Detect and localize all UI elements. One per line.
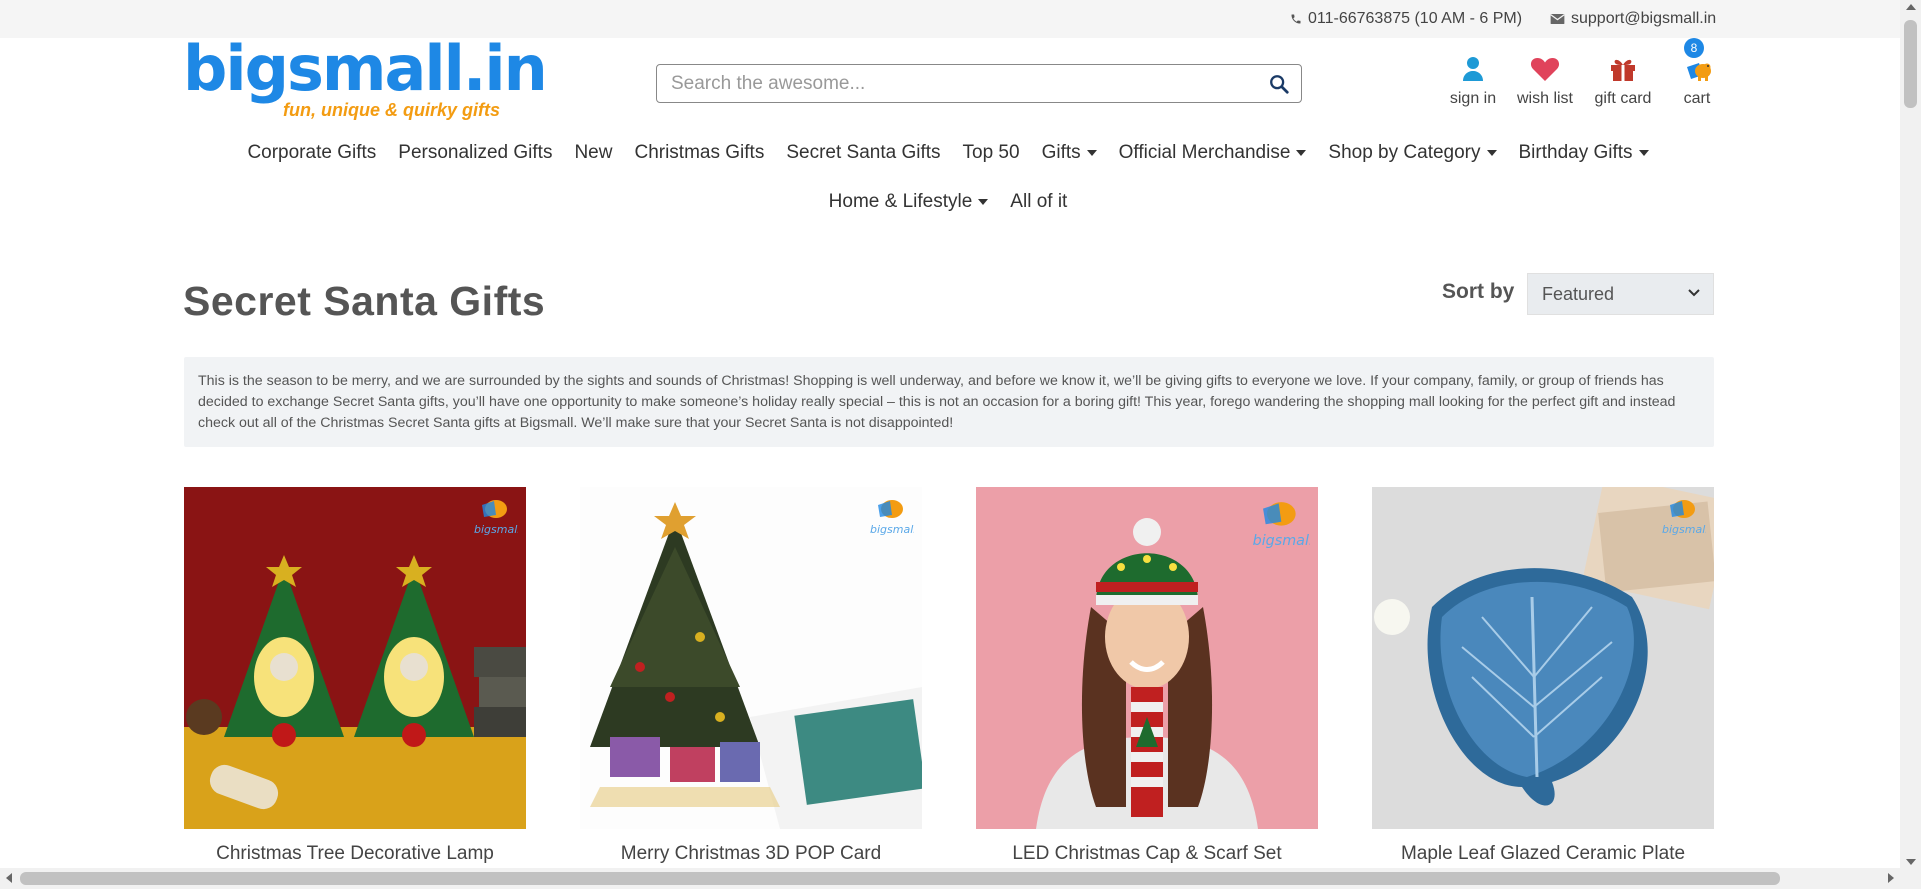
nav-christmas-gifts[interactable]: Christmas Gifts [634, 142, 764, 164]
horizontal-scrollbar[interactable] [0, 868, 1900, 889]
product-name[interactable]: LED Christmas Cap & Scarf Set [976, 843, 1318, 865]
nav-all-of-it[interactable]: All of it [1010, 191, 1067, 213]
nav-official-merchandise-dropdown[interactable]: Official Merchandise [1119, 142, 1307, 164]
site-logo[interactable]: bigsmall.in fun, unique & quirky gifts [183, 38, 548, 124]
search-input[interactable] [657, 65, 1257, 102]
product-name[interactable]: Merry Christmas 3D POP Card [580, 843, 922, 865]
vertical-scrollbar[interactable] [1900, 0, 1921, 889]
cart-count-badge: 8 [1684, 38, 1704, 58]
caret-down-icon [978, 199, 989, 205]
product-image[interactable]: bigsmall [1372, 487, 1714, 829]
gift-icon [1611, 59, 1635, 81]
page-title: Secret Santa Gifts [183, 278, 546, 324]
caret-down-icon [1086, 150, 1097, 156]
wishlist-link[interactable]: wish list [1515, 54, 1575, 108]
product-name[interactable]: Christmas Tree Decorative Lamp [184, 843, 526, 865]
sign-in-link[interactable]: sign in [1449, 54, 1497, 108]
phone-contact[interactable]: 011-66763875 (10 AM - 6 PM) [1290, 10, 1522, 28]
product-image[interactable]: bigsmall [184, 487, 526, 829]
scroll-left-arrow-icon[interactable] [6, 873, 12, 883]
search-icon [1270, 74, 1289, 94]
search-bar [656, 64, 1302, 103]
user-icon [1463, 57, 1483, 81]
product-card[interactable]: bigsmall Christmas Tree Decorative Lamp [184, 487, 526, 865]
nav-corporate-gifts[interactable]: Corporate Gifts [247, 142, 376, 164]
svg-text:bigsmall: bigsmall [474, 523, 518, 536]
nav-new[interactable]: New [574, 142, 612, 164]
bigsmall-watermark-icon: bigsmall [474, 500, 518, 536]
sort-selected-value: Featured [1542, 283, 1615, 304]
wishlist-label: wish list [1516, 90, 1573, 107]
scroll-right-arrow-icon[interactable] [1888, 873, 1894, 883]
nav-shop-by-category-dropdown[interactable]: Shop by Category [1328, 142, 1497, 164]
main-nav-row-1: Corporate Gifts Personalized Gifts New C… [183, 142, 1713, 164]
nav-personalized-gifts[interactable]: Personalized Gifts [398, 142, 552, 164]
nav-home-lifestyle-dropdown[interactable]: Home & Lifestyle [829, 191, 989, 213]
sign-in-label: sign in [1449, 90, 1497, 107]
caret-down-icon [1296, 150, 1307, 156]
cart-elephant-icon [1687, 63, 1711, 81]
envelope-icon [1550, 14, 1565, 24]
product-name[interactable]: Maple Leaf Glazed Ceramic Plate [1372, 843, 1714, 865]
svg-text:bigsmall: bigsmall [1253, 533, 1310, 549]
nav-gifts-dropdown[interactable]: Gifts [1042, 142, 1097, 164]
product-image[interactable]: bigsmall [976, 487, 1318, 829]
scroll-up-arrow-icon[interactable] [1906, 4, 1916, 10]
main-nav-row-2: Home & Lifestyle All of it [183, 191, 1713, 213]
bigsmall-watermark-icon: bigsmall [870, 500, 914, 536]
product-image[interactable]: bigsmall [580, 487, 922, 829]
svg-text:bigsmall: bigsmall [1662, 523, 1706, 536]
bigsmall-watermark-icon: bigsmall [1253, 502, 1310, 549]
nav-birthday-gifts-dropdown[interactable]: Birthday Gifts [1519, 142, 1649, 164]
nav-top-50[interactable]: Top 50 [963, 142, 1020, 164]
category-description: This is the season to be merry, and we a… [184, 357, 1714, 447]
gift-card-link[interactable]: gift card [1592, 54, 1654, 108]
email-text: support@bigsmall.in [1571, 10, 1717, 27]
heart-icon [1530, 58, 1560, 81]
gift-card-label: gift card [1594, 90, 1652, 107]
svg-text:bigsmall: bigsmall [870, 523, 914, 536]
caret-down-icon [1638, 150, 1649, 156]
vertical-scroll-thumb[interactable] [1904, 20, 1917, 108]
logo-tagline: fun, unique & quirky gifts [283, 100, 500, 120]
cart-label: cart [1683, 90, 1711, 107]
logo-text: bigsmall.in [183, 32, 548, 105]
product-card[interactable]: bigsmall Maple Leaf Glazed Ceramic Plate [1372, 487, 1714, 865]
phone-icon [1291, 14, 1301, 24]
caret-down-icon [1486, 150, 1497, 156]
scroll-down-arrow-icon[interactable] [1906, 859, 1916, 865]
sort-label: Sort by [1442, 280, 1515, 303]
bigsmall-watermark-icon: bigsmall [1662, 500, 1706, 536]
phone-text: 011-66763875 (10 AM - 6 PM) [1308, 10, 1523, 27]
cart-link[interactable]: cart [1678, 54, 1716, 108]
product-card[interactable]: bigsmall Merry Christmas 3D POP Card [580, 487, 922, 865]
horizontal-scroll-thumb[interactable] [20, 872, 1780, 885]
sort-select[interactable]: Featured [1527, 273, 1714, 315]
product-card[interactable]: bigsmall LED Christmas Cap & Scarf Set [976, 487, 1318, 865]
nav-secret-santa-gifts[interactable]: Secret Santa Gifts [786, 142, 940, 164]
chevron-down-icon [1688, 289, 1700, 297]
email-contact[interactable]: support@bigsmall.in [1550, 10, 1716, 28]
search-button[interactable] [1257, 65, 1301, 102]
